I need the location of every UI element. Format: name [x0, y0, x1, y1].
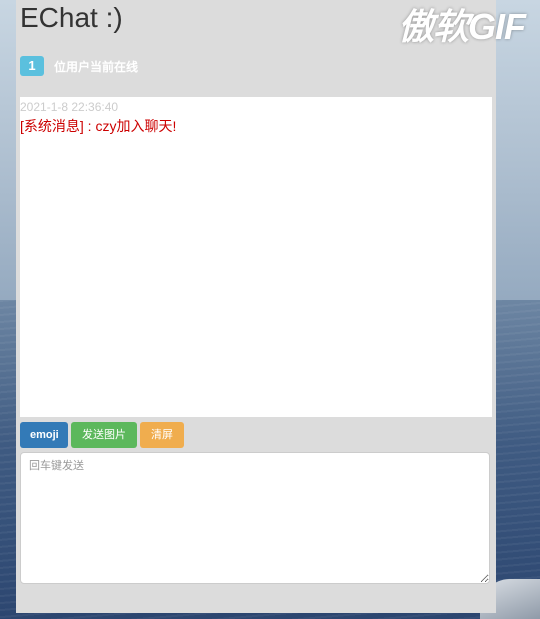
chat-panel: EChat :) 傲软GIF 1 位用户当前在线 2021-1-8 22:36:…	[16, 0, 526, 613]
send-image-button[interactable]: 发送图片	[71, 422, 137, 448]
message-toolbar: emoji 发送图片 清屏	[20, 422, 187, 448]
system-message-text: [系统消息] : czy加入聊天!	[20, 118, 177, 134]
online-status: 1 位用户当前在线	[20, 56, 138, 76]
message-timestamp: 2021-1-8 22:36:40	[20, 100, 119, 114]
message-list[interactable]: 2021-1-8 22:36:40 [系统消息] : czy加入聊天!	[20, 97, 492, 417]
message-input[interactable]	[20, 452, 490, 584]
app-title: EChat :)	[20, 2, 123, 33]
clear-screen-button[interactable]: 清屏	[140, 422, 184, 448]
emoji-button[interactable]: emoji	[20, 422, 68, 448]
watermark-logo: 傲软GIF	[398, 6, 526, 47]
online-count-badge: 1	[20, 56, 44, 76]
message-item: 2021-1-8 22:36:40 [系统消息] : czy加入聊天!	[20, 100, 492, 134]
online-status-label: 位用户当前在线	[54, 59, 139, 74]
